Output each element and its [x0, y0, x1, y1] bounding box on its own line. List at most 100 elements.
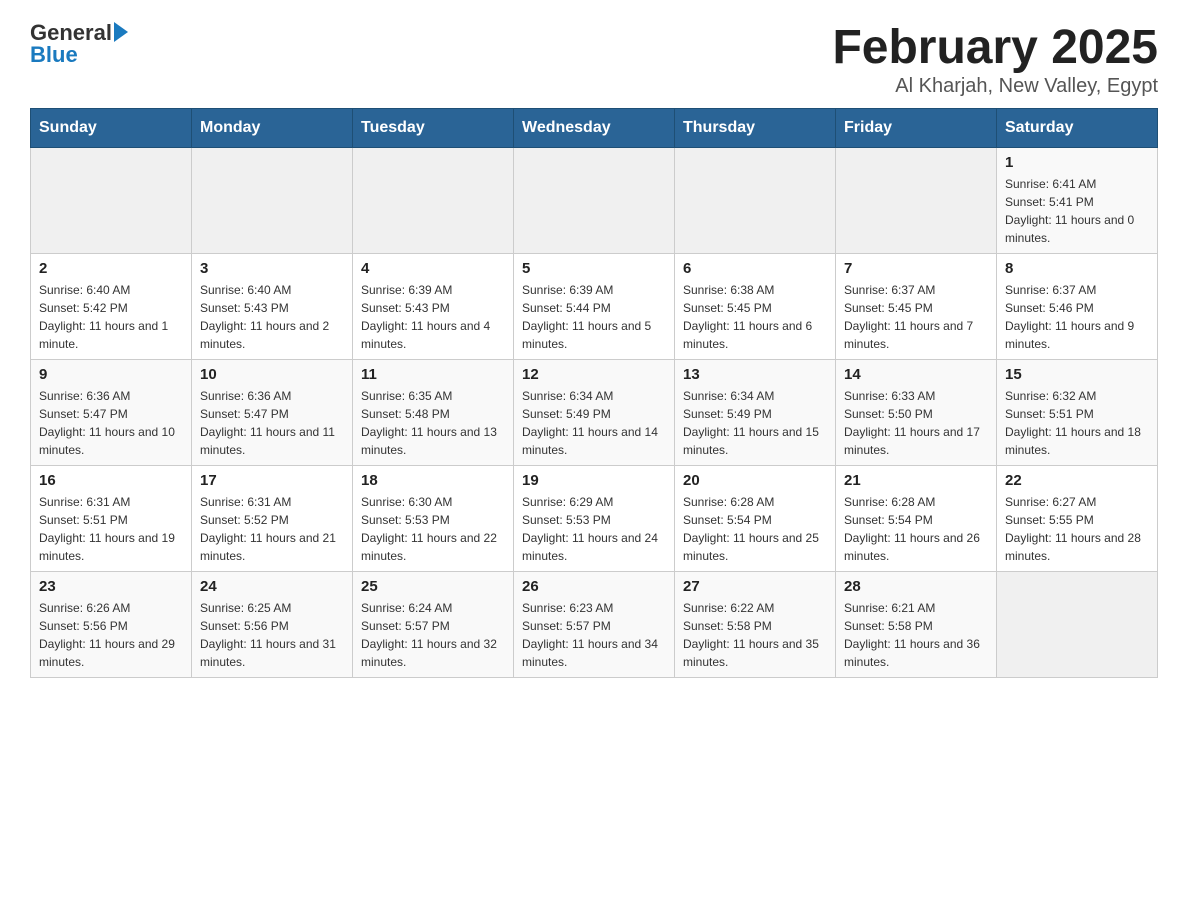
day-number: 5	[522, 260, 666, 277]
calendar-cell: 15Sunrise: 6:32 AM Sunset: 5:51 PM Dayli…	[997, 360, 1158, 466]
day-number: 10	[200, 366, 344, 383]
day-number: 27	[683, 578, 827, 595]
calendar-cell: 17Sunrise: 6:31 AM Sunset: 5:52 PM Dayli…	[192, 466, 353, 572]
day-info: Sunrise: 6:36 AM Sunset: 5:47 PM Dayligh…	[39, 387, 183, 459]
calendar-cell	[997, 572, 1158, 678]
calendar-cell: 27 Sunrise: 6:22 AM Sunset: 5:58 PM Dayli…	[675, 572, 836, 678]
day-number: 12	[522, 366, 666, 383]
calendar-cell: 20 Sunrise: 6:28 AM Sunset: 5:54 PM Dayli…	[675, 466, 836, 572]
day-number: 24	[200, 578, 344, 595]
day-info: Sunrise: 6:32 AM Sunset: 5:51 PM Dayligh…	[1005, 387, 1149, 459]
day-info: Sunrise: 6:28 AM Sunset: 5:54 PM Dayligh…	[844, 493, 988, 565]
day-info: Sunrise: 6:31 AM Sunset: 5:52 PM Dayligh…	[200, 493, 344, 565]
calendar-cell	[353, 148, 514, 254]
calendar-cell: 3 Sunrise: 6:40 AM Sunset: 5:43 PM Daylig…	[192, 254, 353, 360]
day-info: Sunrise: 6:38 AM Sunset: 5:45 PM Dayligh…	[683, 281, 827, 353]
day-number: 19	[522, 472, 666, 489]
day-number: 25	[361, 578, 505, 595]
day-info: Sunrise: 6:31 AM Sunset: 5:51 PM Dayligh…	[39, 493, 183, 565]
calendar-cell: 7 Sunrise: 6:37 AM Sunset: 5:45 PM Daylig…	[836, 254, 997, 360]
day-number: 28	[844, 578, 988, 595]
calendar-week-row: 23 Sunrise: 6:26 AM Sunset: 5:56 PM Dayli…	[31, 572, 1158, 678]
day-info: Sunrise: 6:36 AM Sunset: 5:47 PM Dayligh…	[200, 387, 344, 459]
day-number: 18	[361, 472, 505, 489]
calendar-cell	[836, 148, 997, 254]
day-number: 8	[1005, 260, 1149, 277]
day-info: Sunrise: 6:37 AM Sunset: 5:45 PM Dayligh…	[844, 281, 988, 353]
day-number: 14	[844, 366, 988, 383]
calendar-cell: 6 Sunrise: 6:38 AM Sunset: 5:45 PM Daylig…	[675, 254, 836, 360]
day-info: Sunrise: 6:33 AM Sunset: 5:50 PM Dayligh…	[844, 387, 988, 459]
calendar-cell: 16 Sunrise: 6:31 AM Sunset: 5:51 PM Dayli…	[31, 466, 192, 572]
calendar-cell: 18 Sunrise: 6:30 AM Sunset: 5:53 PM Dayli…	[353, 466, 514, 572]
logo: General Blue	[30, 20, 128, 68]
day-info: Sunrise: 6:34 AM Sunset: 5:49 PM Dayligh…	[683, 387, 827, 459]
col-friday: Friday	[836, 109, 997, 148]
day-number: 11	[361, 366, 505, 383]
logo-arrow-icon	[114, 22, 128, 42]
day-number: 3	[200, 260, 344, 277]
calendar-cell: 25 Sunrise: 6:24 AM Sunset: 5:57 PM Dayli…	[353, 572, 514, 678]
day-info: Sunrise: 6:29 AM Sunset: 5:53 PM Dayligh…	[522, 493, 666, 565]
calendar-cell: 1 Sunrise: 6:41 AM Sunset: 5:41 PM Daylig…	[997, 148, 1158, 254]
day-number: 20	[683, 472, 827, 489]
day-info: Sunrise: 6:39 AM Sunset: 5:43 PM Dayligh…	[361, 281, 505, 353]
calendar-cell: 13 Sunrise: 6:34 AM Sunset: 5:49 PM Dayli…	[675, 360, 836, 466]
day-info: Sunrise: 6:28 AM Sunset: 5:54 PM Dayligh…	[683, 493, 827, 565]
calendar-week-row: 16 Sunrise: 6:31 AM Sunset: 5:51 PM Dayli…	[31, 466, 1158, 572]
calendar-cell: 21 Sunrise: 6:28 AM Sunset: 5:54 PM Dayli…	[836, 466, 997, 572]
day-info: Sunrise: 6:27 AM Sunset: 5:55 PM Dayligh…	[1005, 493, 1149, 565]
calendar-cell: 28 Sunrise: 6:21 AM Sunset: 5:58 PM Dayli…	[836, 572, 997, 678]
day-number: 9	[39, 366, 183, 383]
day-number: 16	[39, 472, 183, 489]
day-number: 2	[39, 260, 183, 277]
day-number: 22	[1005, 472, 1149, 489]
calendar-week-row: 9 Sunrise: 6:36 AM Sunset: 5:47 PM Daylig…	[31, 360, 1158, 466]
calendar-subtitle: Al Kharjah, New Valley, Egypt	[832, 75, 1158, 98]
calendar-cell: 26 Sunrise: 6:23 AM Sunset: 5:57 PM Dayli…	[514, 572, 675, 678]
calendar-cell: 24 Sunrise: 6:25 AM Sunset: 5:56 PM Dayli…	[192, 572, 353, 678]
day-number: 13	[683, 366, 827, 383]
logo-blue-text: Blue	[30, 42, 128, 68]
day-number: 4	[361, 260, 505, 277]
calendar-week-row: 1 Sunrise: 6:41 AM Sunset: 5:41 PM Daylig…	[31, 148, 1158, 254]
calendar-cell: 14 Sunrise: 6:33 AM Sunset: 5:50 PM Dayli…	[836, 360, 997, 466]
day-info: Sunrise: 6:40 AM Sunset: 5:43 PM Dayligh…	[200, 281, 344, 353]
day-info: Sunrise: 6:25 AM Sunset: 5:56 PM Dayligh…	[200, 599, 344, 671]
calendar-cell: 19 Sunrise: 6:29 AM Sunset: 5:53 PM Dayli…	[514, 466, 675, 572]
day-info: Sunrise: 6:26 AM Sunset: 5:56 PM Dayligh…	[39, 599, 183, 671]
calendar-cell: 23 Sunrise: 6:26 AM Sunset: 5:56 PM Dayli…	[31, 572, 192, 678]
calendar-cell	[192, 148, 353, 254]
calendar-cell: 11Sunrise: 6:35 AM Sunset: 5:48 PM Dayli…	[353, 360, 514, 466]
page-header: General Blue February 2025 Al Kharjah, N…	[30, 20, 1158, 98]
calendar-cell	[31, 148, 192, 254]
calendar-cell: 22 Sunrise: 6:27 AM Sunset: 5:55 PM Dayli…	[997, 466, 1158, 572]
calendar-cell: 10 Sunrise: 6:36 AM Sunset: 5:47 PM Dayli…	[192, 360, 353, 466]
day-number: 7	[844, 260, 988, 277]
day-number: 21	[844, 472, 988, 489]
day-number: 6	[683, 260, 827, 277]
calendar-title-section: February 2025 Al Kharjah, New Valley, Eg…	[832, 20, 1158, 98]
col-saturday: Saturday	[997, 109, 1158, 148]
calendar-cell: 4 Sunrise: 6:39 AM Sunset: 5:43 PM Daylig…	[353, 254, 514, 360]
day-info: Sunrise: 6:21 AM Sunset: 5:58 PM Dayligh…	[844, 599, 988, 671]
day-info: Sunrise: 6:30 AM Sunset: 5:53 PM Dayligh…	[361, 493, 505, 565]
calendar-header-row: Sunday Monday Tuesday Wednesday Thursday…	[31, 109, 1158, 148]
day-number: 1	[1005, 154, 1149, 171]
calendar-table: Sunday Monday Tuesday Wednesday Thursday…	[30, 108, 1158, 678]
day-info: Sunrise: 6:24 AM Sunset: 5:57 PM Dayligh…	[361, 599, 505, 671]
day-info: Sunrise: 6:22 AM Sunset: 5:58 PM Dayligh…	[683, 599, 827, 671]
day-info: Sunrise: 6:39 AM Sunset: 5:44 PM Dayligh…	[522, 281, 666, 353]
day-info: Sunrise: 6:23 AM Sunset: 5:57 PM Dayligh…	[522, 599, 666, 671]
calendar-cell: 8Sunrise: 6:37 AM Sunset: 5:46 PM Daylig…	[997, 254, 1158, 360]
day-number: 23	[39, 578, 183, 595]
calendar-cell: 12 Sunrise: 6:34 AM Sunset: 5:49 PM Dayli…	[514, 360, 675, 466]
day-info: Sunrise: 6:40 AM Sunset: 5:42 PM Dayligh…	[39, 281, 183, 353]
calendar-cell	[514, 148, 675, 254]
day-info: Sunrise: 6:41 AM Sunset: 5:41 PM Dayligh…	[1005, 175, 1149, 247]
calendar-cell: 9 Sunrise: 6:36 AM Sunset: 5:47 PM Daylig…	[31, 360, 192, 466]
col-monday: Monday	[192, 109, 353, 148]
col-wednesday: Wednesday	[514, 109, 675, 148]
day-number: 26	[522, 578, 666, 595]
day-info: Sunrise: 6:34 AM Sunset: 5:49 PM Dayligh…	[522, 387, 666, 459]
